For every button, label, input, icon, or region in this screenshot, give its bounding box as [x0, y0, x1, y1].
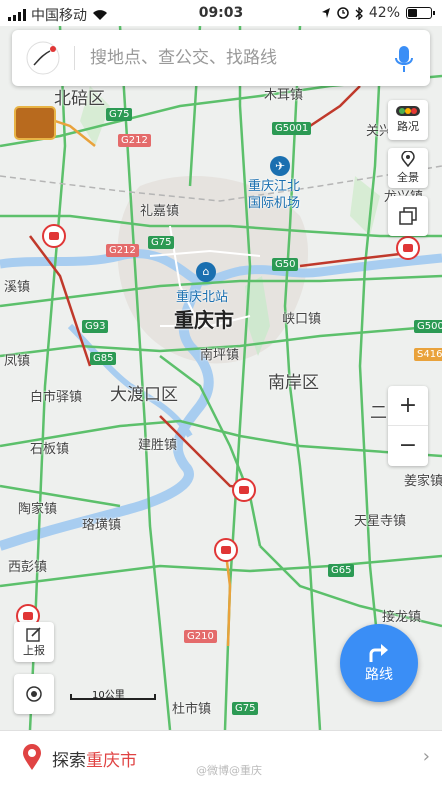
status-bar: 中国移动 09:03 42%	[0, 0, 442, 26]
place-label: 峡口镇	[282, 312, 322, 327]
airport-label: 重庆江北 国际机场	[248, 178, 300, 212]
panorama-button[interactable]: 全景	[388, 148, 428, 188]
airport-name-line2: 国际机场	[248, 196, 301, 211]
traffic-camera-icon[interactable]	[42, 224, 66, 248]
watermark: @微博@重庆	[196, 764, 262, 777]
locate-button[interactable]	[14, 674, 54, 714]
route-arrow-icon	[369, 644, 388, 662]
road-shield: G212	[106, 244, 139, 257]
route-label: 路线	[365, 667, 393, 683]
place-label: 接龙镇	[382, 610, 422, 625]
road-shield: G65	[328, 564, 355, 577]
airport-icon[interactable]: ✈	[270, 156, 290, 176]
search-input[interactable]	[90, 44, 380, 72]
traffic-camera-icon[interactable]	[396, 236, 420, 260]
alarm-icon	[337, 7, 349, 19]
explore-city: 重庆市	[86, 751, 137, 771]
place-label: 南岸区	[268, 373, 319, 393]
traffic-camera-icon[interactable]	[214, 538, 238, 562]
divider	[74, 46, 75, 70]
place-label: 溪镇	[4, 280, 31, 295]
place-label: 大渡口区	[110, 385, 178, 405]
place-label: 二	[370, 403, 387, 423]
scale-bar: 10公里	[70, 688, 156, 701]
place-label: 杜市镇	[172, 702, 212, 717]
place-label: 姜家镇	[404, 474, 442, 489]
report-label: 上报	[23, 644, 45, 657]
zoom-out-button[interactable]: −	[388, 426, 428, 466]
station-label: 重庆北站	[176, 290, 229, 305]
place-label: 石板镇	[30, 442, 70, 457]
place-label: 西彭镇	[8, 560, 48, 575]
search-bar[interactable]	[12, 30, 430, 86]
road-shield: G93	[82, 320, 109, 333]
traffic-camera-icon[interactable]	[232, 478, 256, 502]
place-label: 礼嘉镇	[140, 204, 180, 219]
status-right: 42%	[321, 5, 435, 21]
road-shield: G5001	[414, 320, 442, 333]
layers-icon	[399, 207, 417, 225]
location-arrow-icon	[321, 8, 330, 18]
place-label: 木耳镇	[264, 88, 304, 103]
report-button[interactable]: 上报	[14, 622, 54, 662]
traffic-toggle-button[interactable]: 路况	[388, 100, 428, 140]
road-shield: G5001	[272, 122, 312, 135]
avatar[interactable]	[26, 41, 60, 75]
bluetooth-icon	[355, 6, 363, 20]
treasure-chest-icon[interactable]	[14, 106, 56, 140]
chevron-right-icon[interactable]: ›	[423, 746, 430, 767]
place-label: 凤镇	[4, 354, 31, 369]
explore-text: 探索重庆市	[52, 746, 137, 771]
road-shield: G50	[272, 258, 299, 271]
road-shield: S416	[414, 348, 442, 361]
place-label: 北碚区	[54, 89, 105, 109]
route-button[interactable]: 路线	[340, 624, 418, 702]
place-label: 珞璜镇	[82, 518, 122, 533]
train-station-icon[interactable]: ⌂	[196, 262, 216, 282]
traffic-label: 路况	[397, 120, 419, 133]
explore-prefix: 探索	[52, 751, 86, 771]
road-shield: G75	[232, 702, 259, 715]
place-label: 天星寺镇	[354, 514, 407, 529]
layers-button[interactable]	[388, 196, 428, 236]
airport-name-line1: 重庆江北	[248, 179, 301, 194]
battery-percent: 42%	[368, 5, 400, 21]
location-pin-icon	[401, 151, 415, 167]
road-shield: G212	[118, 134, 151, 147]
zoom-in-button[interactable]: +	[388, 386, 428, 426]
battery-icon	[406, 7, 435, 19]
road-shield: G75	[106, 108, 133, 121]
microphone-icon[interactable]	[394, 44, 414, 74]
road-shield: G210	[184, 630, 217, 643]
road-shield: G75	[148, 236, 175, 249]
zoom-control: + −	[388, 386, 428, 466]
city-label: 重庆市	[174, 308, 234, 332]
road-shield: G85	[90, 352, 117, 365]
panorama-label: 全景	[397, 171, 419, 184]
edit-icon	[26, 627, 41, 642]
baidu-pin-icon	[23, 744, 41, 770]
scale-line	[70, 694, 156, 700]
traffic-light-icon	[396, 106, 420, 116]
place-label: 建胜镇	[138, 438, 178, 453]
place-label: 南坪镇	[200, 348, 240, 363]
place-label: 白市驿镇	[30, 390, 83, 405]
place-label: 陶家镇	[18, 502, 58, 517]
locate-icon	[26, 686, 42, 702]
battery-fill	[408, 9, 417, 17]
